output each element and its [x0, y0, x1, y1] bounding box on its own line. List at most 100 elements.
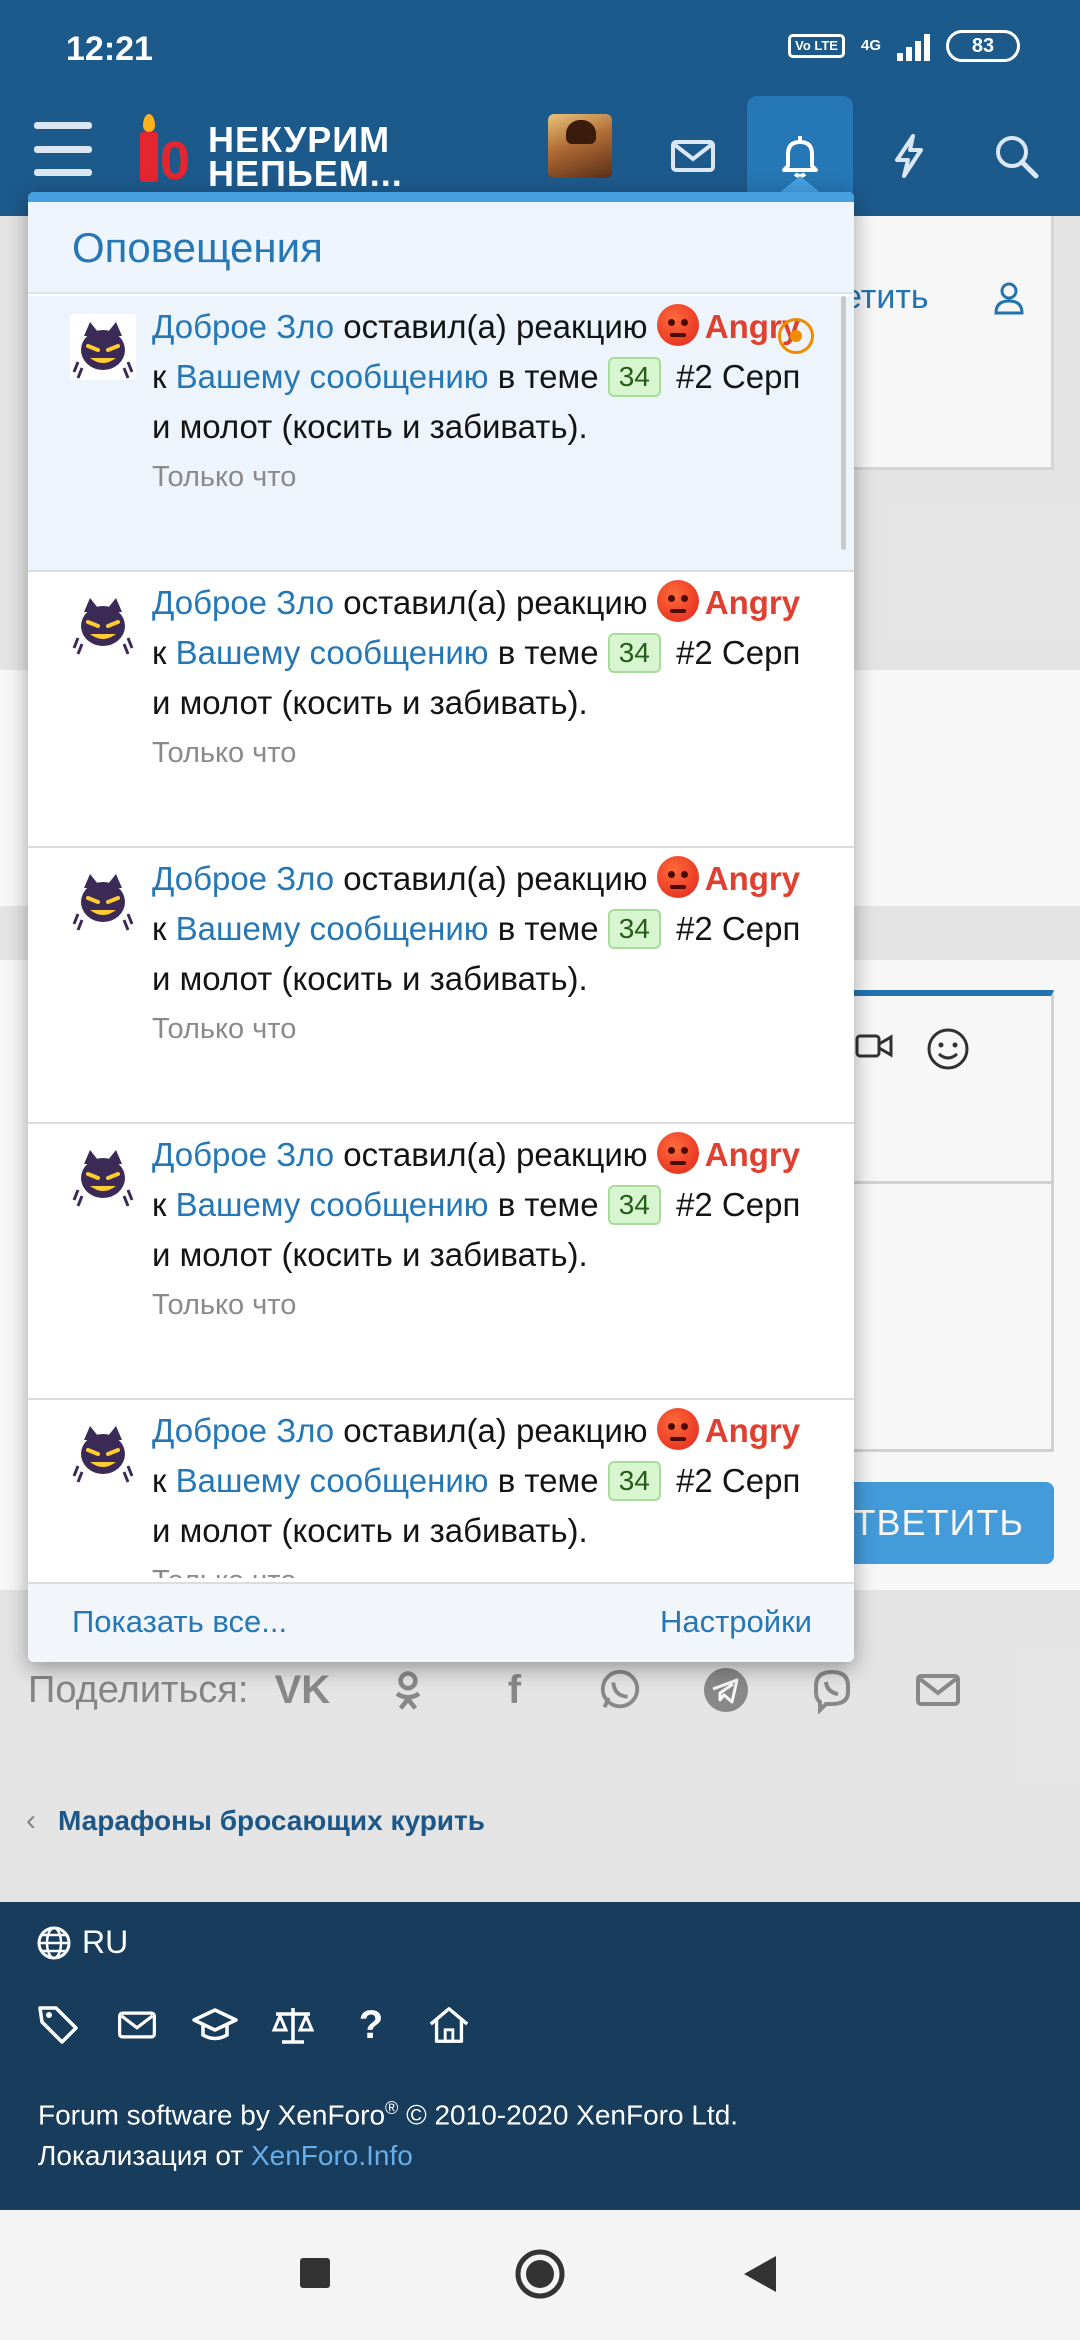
avatar[interactable]: [548, 114, 612, 178]
alert-preposition: к: [152, 358, 167, 395]
whats-new-button[interactable]: [856, 96, 962, 216]
candle-icon: [140, 132, 158, 182]
alert-action: оставил(а) реакцию: [343, 1412, 648, 1449]
reaction-name: Angry: [704, 860, 801, 897]
alert-text: Доброе Зло оставил(а) реакцию Angry к Ва…: [152, 302, 812, 502]
alert-time: Только что: [152, 737, 297, 769]
angry-emoji-icon: [656, 1132, 699, 1174]
home-icon[interactable]: [426, 2002, 472, 2048]
alert-preposition: к: [152, 634, 167, 671]
avatar[interactable]: [70, 866, 136, 932]
alert-action: оставил(а) реакцию: [343, 308, 648, 345]
alert-item[interactable]: Доброе Зло оставил(а) реакцию Angry к Ва…: [28, 296, 854, 572]
alert-post-link[interactable]: Вашему сообщению: [176, 358, 489, 395]
facebook-icon[interactable]: f: [490, 1666, 538, 1714]
alert-in-topic: в теме: [497, 358, 599, 395]
bell-icon: [782, 136, 818, 178]
site-logo[interactable]: 0 НЕКУРИМ НЕПЬЕМ...: [136, 110, 406, 192]
language-label[interactable]: RU: [82, 1924, 128, 1961]
popup-footer: Показать все... Настройки: [28, 1582, 854, 1662]
alert-post-link[interactable]: Вашему сообщению: [176, 634, 489, 671]
whatsapp-icon[interactable]: [596, 1666, 644, 1714]
footer-localization: Локализация от XenForo.Info: [38, 2140, 413, 2172]
alert-post-link[interactable]: Вашему сообщению: [176, 1186, 489, 1223]
smiley-icon[interactable]: [925, 1026, 971, 1072]
angry-emoji-icon: [656, 1408, 699, 1450]
alert-post-link[interactable]: Вашему сообщению: [176, 910, 489, 947]
home-button[interactable]: [514, 2248, 566, 2300]
viber-icon[interactable]: [808, 1666, 856, 1714]
avatar[interactable]: [70, 1418, 136, 1484]
help-icon[interactable]: ?: [348, 2002, 394, 2048]
reaction-name: Angry: [704, 1412, 801, 1449]
share-bar: Поделиться: VK f: [28, 1666, 1020, 1714]
alert-in-topic: в теме: [497, 910, 599, 947]
footer-copyright: Forum software by XenForo® © 2010-2020 X…: [38, 2098, 738, 2131]
recents-button[interactable]: [298, 2256, 332, 2290]
reply-button[interactable]: ОТВЕТИТЬ: [820, 1482, 1054, 1564]
back-button[interactable]: [742, 2254, 778, 2294]
alert-post-link[interactable]: Вашему сообщению: [176, 1462, 489, 1499]
menu-icon[interactable]: [34, 122, 92, 176]
angry-emoji-icon: [656, 580, 699, 622]
language-chooser[interactable]: RU: [36, 1924, 128, 1961]
popup-accent-bar: [28, 192, 854, 202]
user-icon: [994, 282, 1024, 315]
footer-localization-text: Локализация от: [38, 2140, 251, 2171]
alert-in-topic: в теме: [497, 1186, 599, 1223]
popup-scrollbar[interactable]: [841, 296, 846, 550]
tags-icon[interactable]: [36, 2002, 82, 2048]
ok-icon[interactable]: [384, 1666, 432, 1714]
registered-mark: ®: [385, 2098, 399, 2118]
system-nav-bar: [0, 2210, 1080, 2340]
alert-username-link[interactable]: Доброе Зло: [152, 584, 334, 621]
footer-icons: ?: [36, 2002, 472, 2048]
alerts-list[interactable]: Доброе Зло оставил(а) реакцию Angry к Ва…: [28, 296, 854, 1578]
contact-icon[interactable]: [114, 2002, 160, 2048]
alert-text: Доброе Зло оставил(а) реакцию Angry к Ва…: [152, 578, 812, 778]
alert-preposition: к: [152, 910, 167, 947]
alert-action: оставил(а) реакцию: [343, 584, 648, 621]
topic-prefix-badge: 34: [607, 1185, 661, 1225]
globe-icon: [37, 1926, 71, 1959]
vk-icon[interactable]: VK: [275, 1666, 331, 1714]
alert-settings-link[interactable]: Настройки: [660, 1604, 812, 1640]
avatar[interactable]: [70, 590, 136, 656]
topic-prefix-badge: 34: [607, 909, 661, 949]
alert-action: оставил(а) реакцию: [343, 860, 648, 897]
alert-item[interactable]: Доброе Зло оставил(а) реакцию Angry к Ва…: [28, 572, 854, 848]
breadcrumb[interactable]: ‹ Марафоны бросающих курить: [26, 1804, 485, 1838]
video-icon[interactable]: [855, 1026, 895, 1066]
alert-time: Только что: [152, 1556, 812, 1578]
alert-username-link[interactable]: Доброе Зло: [152, 860, 334, 897]
alert-username-link[interactable]: Доброе Зло: [152, 1412, 334, 1449]
mark-read-icon[interactable]: [778, 318, 814, 354]
alert-item[interactable]: Доброе Зло оставил(а) реакцию Angry к Ва…: [28, 1400, 854, 1578]
email-icon[interactable]: [914, 1666, 962, 1714]
share-label: Поделиться:: [28, 1668, 249, 1711]
topic-prefix-badge: 34: [607, 357, 661, 397]
alert-username-link[interactable]: Доброе Зло: [152, 1136, 334, 1173]
alert-in-topic: в теме: [497, 1462, 599, 1499]
scales-icon[interactable]: [270, 2002, 316, 2048]
search-button[interactable]: [963, 96, 1069, 216]
reply-editor[interactable]: [850, 990, 1054, 1452]
battery-icon: 83: [946, 30, 1020, 62]
xenforo-info-link[interactable]: XenForo.Info: [251, 2140, 413, 2171]
alert-item[interactable]: Доброе Зло оставил(а) реакцию Angry к Ва…: [28, 1124, 854, 1400]
volte-icon: Vo LTE: [788, 34, 845, 58]
alert-time: Только что: [152, 461, 297, 493]
partial-action-link[interactable]: етить: [843, 278, 929, 317]
alert-username-link[interactable]: Доброе Зло: [152, 308, 334, 345]
signal-icon: [897, 31, 930, 61]
avatar[interactable]: [70, 1142, 136, 1208]
alert-preposition: к: [152, 1462, 167, 1499]
mail-icon: [671, 140, 715, 172]
telegram-icon[interactable]: [702, 1666, 750, 1714]
alert-time: Только что: [152, 1013, 297, 1045]
show-all-link[interactable]: Показать все...: [72, 1604, 287, 1640]
alert-item[interactable]: Доброе Зло оставил(а) реакцию Angry к Ва…: [28, 848, 854, 1124]
breadcrumb-link[interactable]: Марафоны бросающих курить: [58, 1805, 485, 1837]
graduation-cap-icon[interactable]: [192, 2002, 238, 2048]
avatar[interactable]: [70, 314, 136, 380]
